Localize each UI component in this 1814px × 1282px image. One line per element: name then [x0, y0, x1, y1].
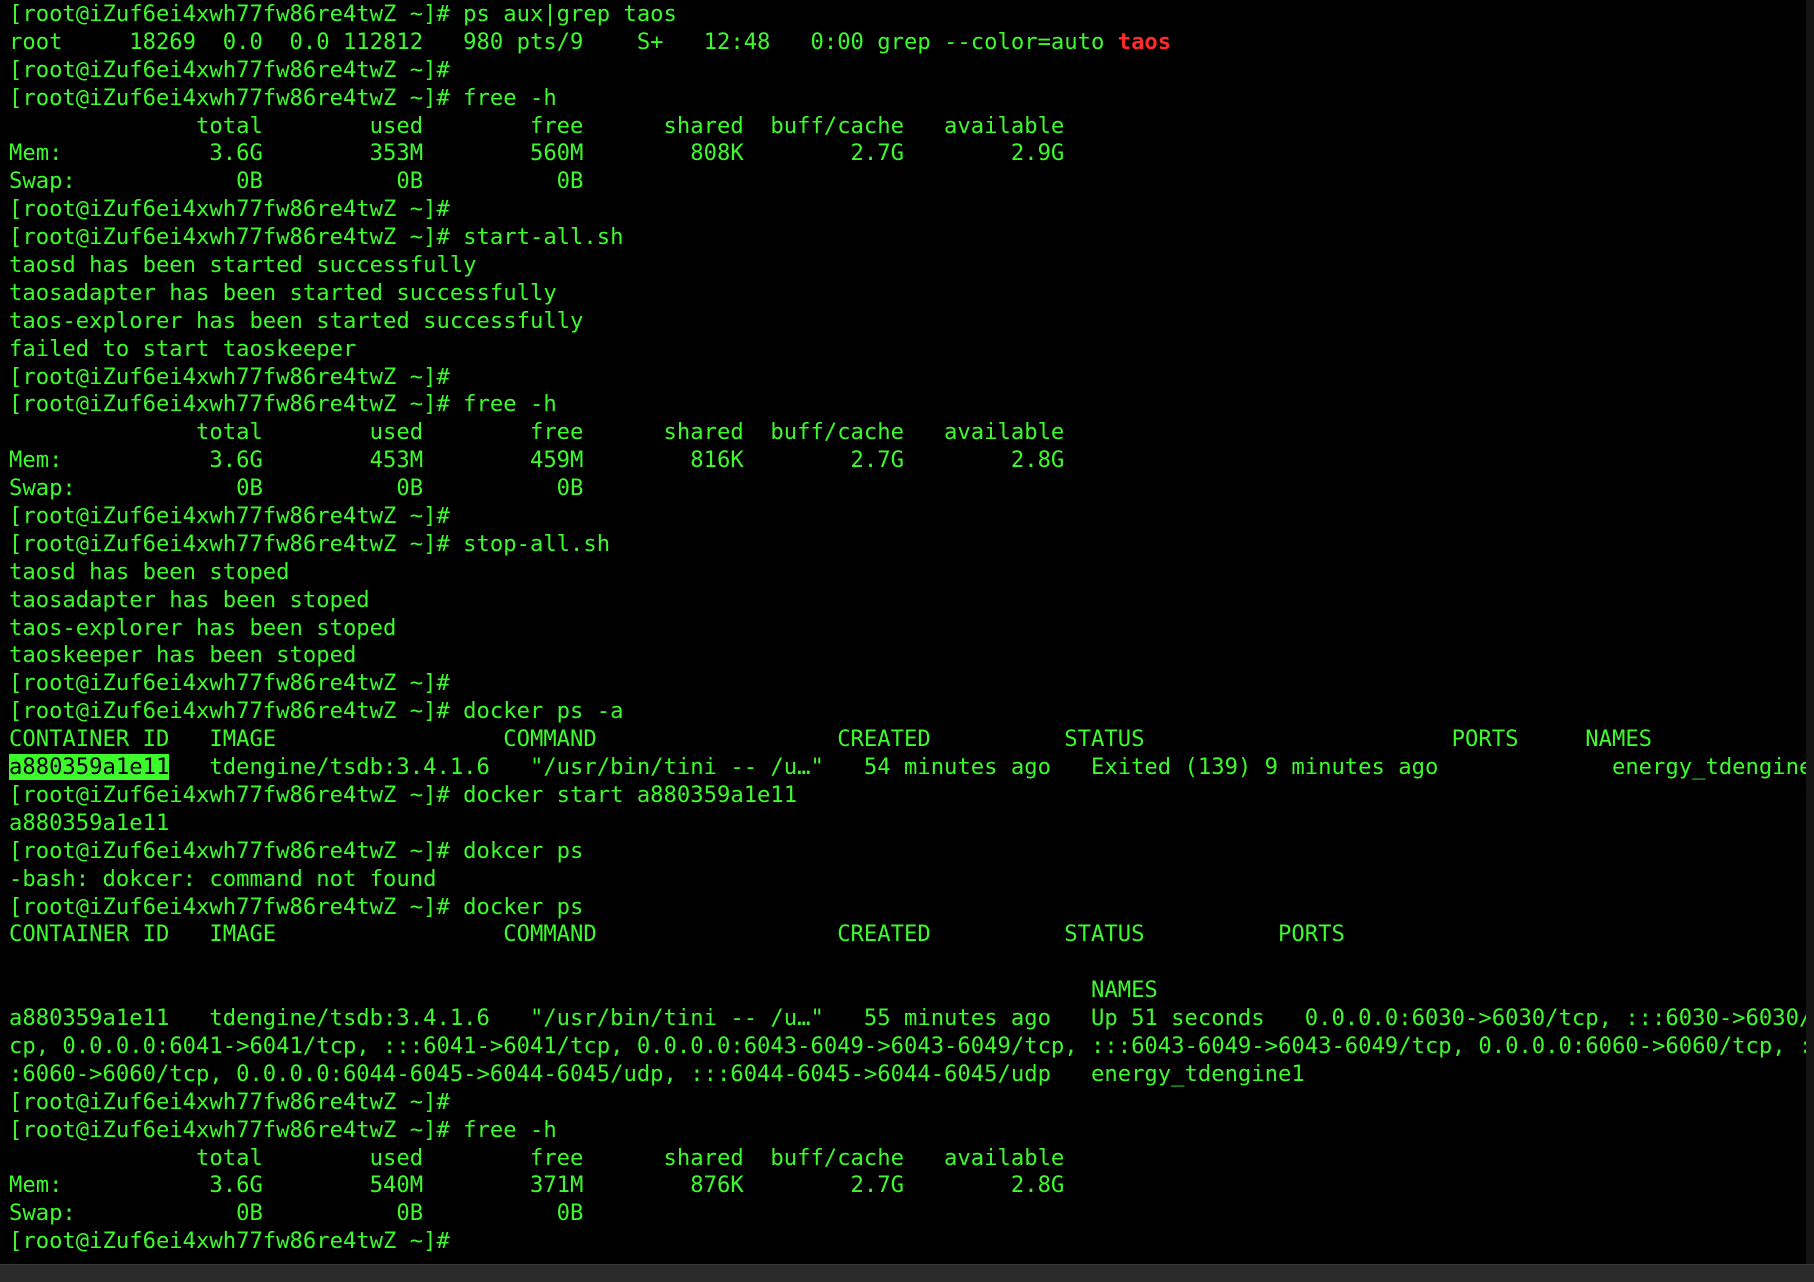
terminal-line: [root@iZuf6ei4xwh77fw86re4twZ ~]# stop-a… [9, 530, 611, 557]
terminal-line-text: tdengine/tsdb:3.4.1.6 "/usr/bin/tini -- … [169, 754, 1806, 781]
terminal-line: taosd has been stoped [9, 558, 290, 585]
terminal-line: Mem: 3.6G 453M 459M 816K 2.7G 2.8G [9, 447, 1065, 474]
terminal-line: [root@iZuf6ei4xwh77fw86re4twZ ~]# start-… [9, 224, 624, 251]
terminal-line: [root@iZuf6ei4xwh77fw86re4twZ ~]# [9, 670, 450, 697]
terminal-line: Swap: 0B 0B 0B [9, 1200, 584, 1227]
terminal-prompt-line[interactable]: [root@iZuf6ei4xwh77fw86re4twZ ~]# [9, 1228, 1806, 1256]
terminal-line: [root@iZuf6ei4xwh77fw86re4twZ ~]# docker… [9, 893, 584, 920]
terminal-line: -bash: dokcer: command not found [9, 865, 437, 892]
window-bottom-edge [0, 1264, 1814, 1282]
terminal-line: taos-explorer has been stoped [9, 614, 397, 641]
terminal-line: [root@iZuf6ei4xwh77fw86re4twZ ~]# [9, 196, 450, 223]
terminal-line: NAMES [9, 977, 1158, 1004]
selected-container-id[interactable]: a880359a1e11 [9, 754, 170, 781]
terminal-line: CONTAINER ID IMAGE COMMAND CREATED STATU… [9, 921, 1345, 948]
terminal-line: a880359a1e11 [9, 809, 170, 836]
terminal-line: [root@iZuf6ei4xwh77fw86re4twZ ~]# free -… [9, 391, 557, 418]
terminal-line: [root@iZuf6ei4xwh77fw86re4twZ ~]# docker… [9, 781, 798, 808]
terminal-line: total used free shared buff/cache availa… [9, 1144, 1065, 1171]
terminal-line-text: root 18269 0.0 0.0 112812 980 pts/9 S+ 1… [9, 28, 1118, 55]
terminal-line: Mem: 3.6G 353M 560M 808K 2.7G 2.9G [9, 140, 1065, 167]
scrollbar[interactable] [1806, 0, 1814, 1264]
terminal-line: taosd has been started successfully [9, 252, 477, 279]
terminal-line: [root@iZuf6ei4xwh77fw86re4twZ ~]# ps aux… [9, 1, 677, 27]
terminal-line: taosadapter has been started successfull… [9, 279, 557, 306]
terminal-line: [root@iZuf6ei4xwh77fw86re4twZ ~]# [9, 363, 450, 390]
terminal-line: Mem: 3.6G 540M 371M 876K 2.7G 2.8G [9, 1172, 1065, 1199]
terminal-line: CONTAINER ID IMAGE COMMAND CREATED STATU… [9, 726, 1653, 753]
terminal-line: [root@iZuf6ei4xwh77fw86re4twZ ~]# [9, 503, 450, 530]
grep-match-highlight: taos [1117, 28, 1172, 55]
terminal-line: cp, 0.0.0.0:6041->6041/tcp, :::6041->604… [9, 1032, 1806, 1059]
terminal-line: :6060->6060/tcp, 0.0.0.0:6044-6045->6044… [9, 1060, 1305, 1087]
terminal-line: total used free shared buff/cache availa… [9, 419, 1065, 446]
terminal-line: a880359a1e11 tdengine/tsdb:3.4.1.6 "/usr… [9, 1005, 1806, 1032]
terminal-line: taosadapter has been stoped [9, 586, 370, 613]
terminal-window[interactable]: [root@iZuf6ei4xwh77fw86re4twZ ~]# ps aux… [0, 0, 1806, 1264]
terminal-line: Swap: 0B 0B 0B [9, 475, 584, 502]
terminal-line: [root@iZuf6ei4xwh77fw86re4twZ ~]# free -… [9, 84, 557, 111]
terminal-line: Swap: 0B 0B 0B [9, 168, 584, 195]
terminal-line: [root@iZuf6ei4xwh77fw86re4twZ ~]# [9, 1088, 450, 1115]
terminal-line: taoskeeper has been stoped [9, 642, 357, 669]
terminal-line: total used free shared buff/cache availa… [9, 112, 1065, 139]
terminal-line: [root@iZuf6ei4xwh77fw86re4twZ ~]# dokcer… [9, 837, 584, 864]
terminal-line: [root@iZuf6ei4xwh77fw86re4twZ ~]# [9, 56, 450, 83]
terminal-line: a880359a1e11 tdengine/tsdb:3.4.1.6 "/usr… [9, 754, 1806, 782]
terminal-line: taos-explorer has been started successfu… [9, 307, 584, 334]
terminal-line: [root@iZuf6ei4xwh77fw86re4twZ ~]# docker… [9, 698, 624, 725]
terminal-line: root 18269 0.0 0.0 112812 980 pts/9 S+ 1… [9, 29, 1806, 57]
terminal-line: [root@iZuf6ei4xwh77fw86re4twZ ~]# free -… [9, 1116, 557, 1143]
terminal-line: failed to start taoskeeper [9, 335, 357, 362]
